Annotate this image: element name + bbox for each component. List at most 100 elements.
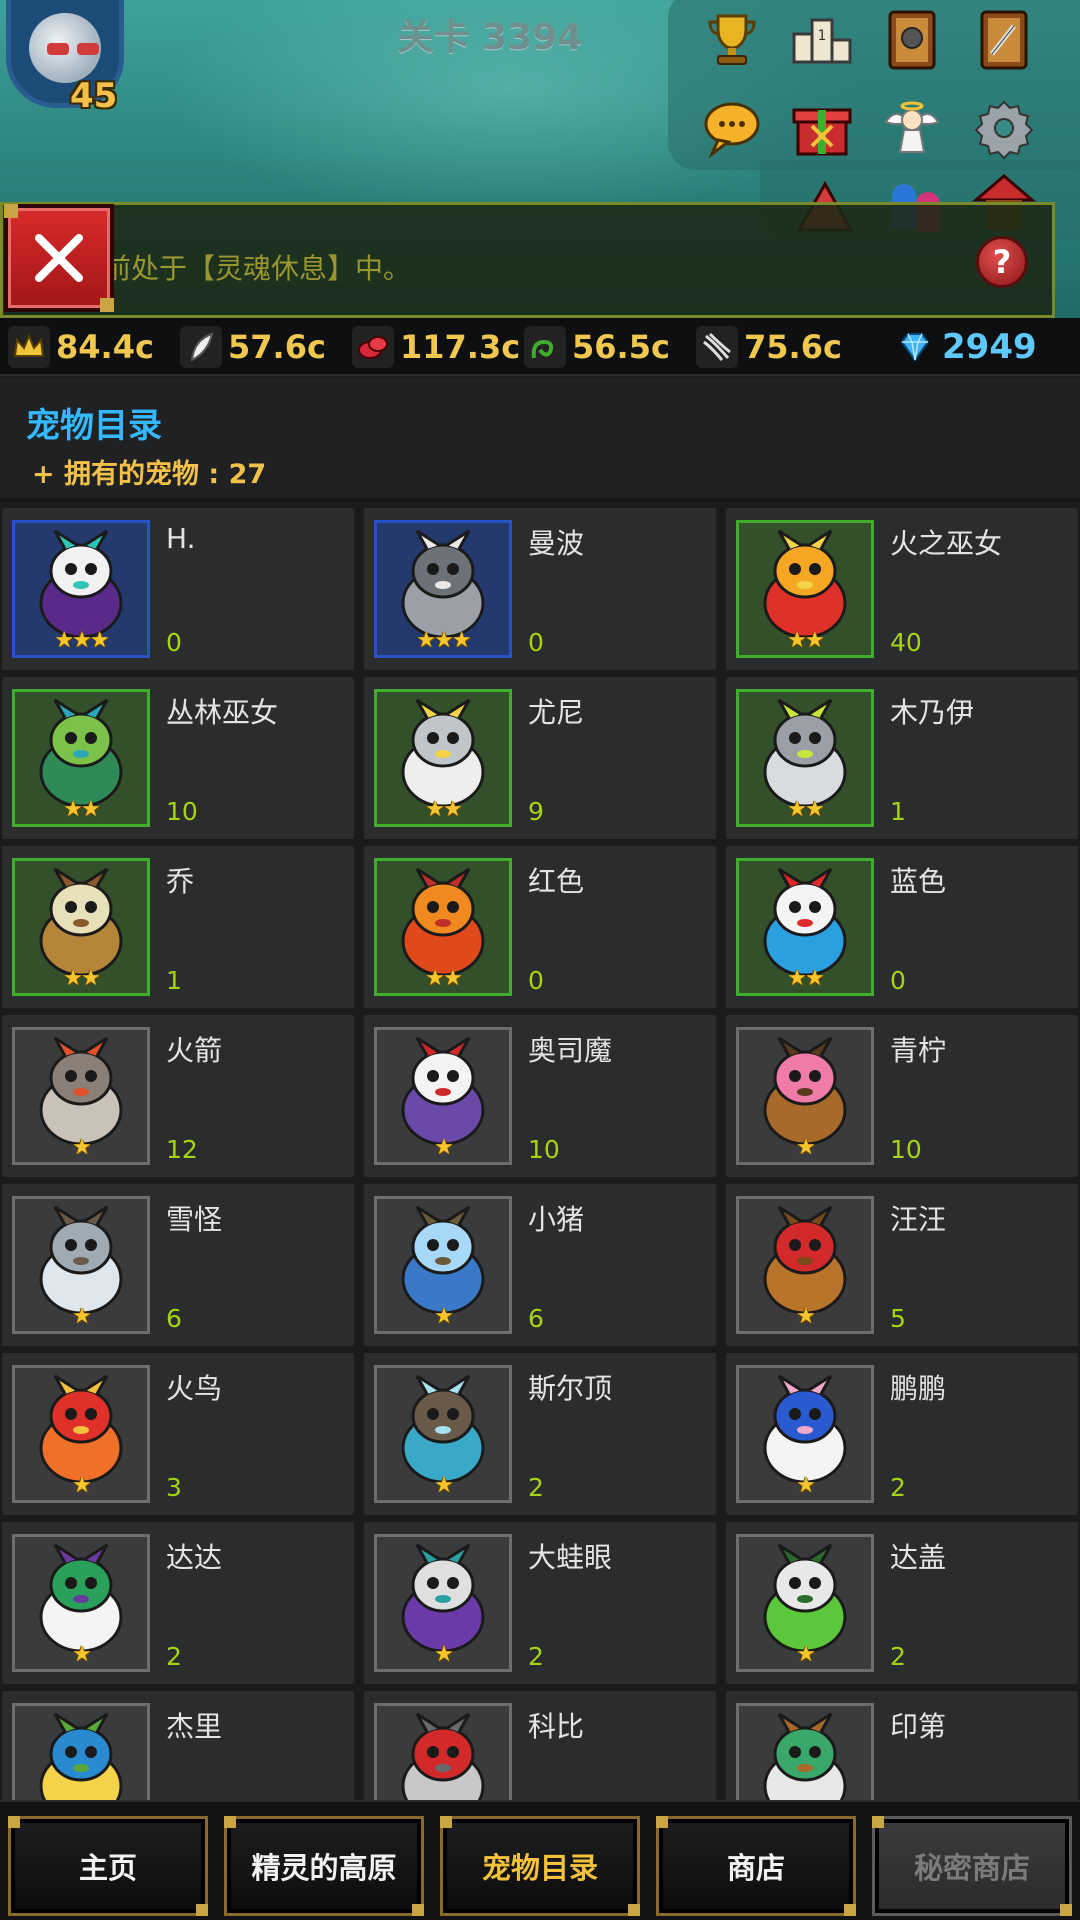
banner-text: 前处于【灵魂休息】中。 xyxy=(103,252,412,285)
ranking-podium-icon[interactable]: 1 xyxy=(790,8,854,72)
catalog-title: 宠物目录 xyxy=(26,406,162,446)
star-rating: ★ xyxy=(72,1135,92,1160)
pet-card[interactable]: ★★★ 曼波 0 xyxy=(364,508,716,670)
pet-name: 奥司魔 xyxy=(528,1034,613,1067)
pet-card[interactable]: ★★ 红色 0 xyxy=(364,846,716,1008)
owned-pets-count[interactable]: + 拥有的宠物 : 27 xyxy=(32,452,266,491)
angel-icon[interactable] xyxy=(880,96,944,160)
knight-book-icon[interactable] xyxy=(880,8,944,72)
skull-wizard-icon: ★ xyxy=(12,1534,150,1672)
nav-label: 主页 xyxy=(78,1851,137,1885)
nav-secret-shop-button[interactable]: 秘密商店 xyxy=(872,1816,1072,1916)
pet-card[interactable]: ★ 雪怪 6 xyxy=(2,1184,354,1346)
chat-icon[interactable] xyxy=(700,96,764,160)
pet-name: 丛林巫女 xyxy=(166,696,279,729)
pet-count: 9 xyxy=(528,797,544,826)
nav-label: 宠物目录 xyxy=(481,1851,598,1885)
gift-box-icon[interactable] xyxy=(790,96,854,160)
star-rating: ★★ xyxy=(787,966,824,991)
pet-name: 鹏鹏 xyxy=(890,1372,947,1405)
pet-card[interactable]: ★ 印第 xyxy=(726,1691,1078,1800)
balloon-bear-icon: ★ xyxy=(736,1027,874,1165)
bandana-eyeball-icon: ★ xyxy=(374,1534,512,1672)
pet-name: 汪汪 xyxy=(890,1203,947,1236)
nav-pet-catalog-button[interactable]: 宠物目录 xyxy=(440,1816,640,1916)
rocket-icon: ★ xyxy=(12,1027,150,1165)
pet-card[interactable]: ★ 达盖 2 xyxy=(726,1522,1078,1684)
pet-card[interactable]: ★ 杰里 xyxy=(2,1691,354,1800)
help-button[interactable]: ? xyxy=(976,236,1028,288)
pet-count: 0 xyxy=(528,628,544,657)
pet-card[interactable]: ★★ 火之巫女 40 xyxy=(726,508,1078,670)
blue-boar-icon: ★ xyxy=(374,1196,512,1334)
player-level: 45 xyxy=(70,76,118,116)
magician-icon: ★ xyxy=(374,1027,512,1165)
star-rating: ★ xyxy=(72,1473,92,1498)
star-rating: ★ xyxy=(434,1304,454,1329)
close-button[interactable] xyxy=(4,204,114,312)
puppy-icon: ★ xyxy=(736,1196,874,1334)
star-rating: ★★★ xyxy=(54,628,109,653)
feather-icon xyxy=(180,326,222,368)
star-rating: ★ xyxy=(434,1642,454,1667)
pet-name: H. xyxy=(166,522,196,555)
pet-count: 3 xyxy=(166,1473,182,1502)
pet-name: 火之巫女 xyxy=(890,527,1003,560)
pet-card[interactable]: ★ 汪汪 5 xyxy=(726,1184,1078,1346)
vine-icon xyxy=(524,326,566,368)
pet-count: 2 xyxy=(528,1473,544,1502)
star-rating: ★ xyxy=(72,1642,92,1667)
pet-name: 达盖 xyxy=(890,1541,947,1574)
goblin-icon: ★ xyxy=(736,1534,874,1672)
sword-book-icon[interactable] xyxy=(972,8,1036,72)
pet-card[interactable]: ★ 火箭 12 xyxy=(2,1015,354,1177)
pet-card[interactable]: ★ 小猪 6 xyxy=(364,1184,716,1346)
pet-card[interactable]: ★ 奥司魔 10 xyxy=(364,1015,716,1177)
hammer-blob-icon: ★ xyxy=(374,1365,512,1503)
trophy-icon[interactable] xyxy=(700,8,764,72)
star-rating: ★★ xyxy=(425,966,462,991)
close-icon xyxy=(35,234,83,282)
blue-slime-icon: ★★ xyxy=(736,858,874,996)
pet-card[interactable]: ★ 鹏鹏 2 xyxy=(726,1353,1078,1515)
pet-card[interactable]: ★ 青柠 10 xyxy=(726,1015,1078,1177)
pet-name: 蓝色 xyxy=(890,865,947,898)
pet-name: 曼波 xyxy=(528,527,585,560)
pet-card[interactable]: ★★ 木乃伊 1 xyxy=(726,677,1078,839)
star-rating: ★★ xyxy=(425,797,462,822)
mummy-icon: ★★ xyxy=(736,689,874,827)
pet-count: 2 xyxy=(166,1642,182,1671)
pet-card[interactable]: ★ 科比 xyxy=(364,1691,716,1800)
pet-count: 2 xyxy=(890,1473,906,1502)
currency-claw: 75.6c xyxy=(696,318,842,376)
pet-count: 12 xyxy=(166,1135,198,1164)
pet-card[interactable]: ★ 达达 2 xyxy=(2,1522,354,1684)
pet-count: 6 xyxy=(528,1304,544,1333)
star-rating: ★ xyxy=(796,1304,816,1329)
nav-elf-highland-button[interactable]: 精灵的高原 xyxy=(224,1816,424,1916)
pet-card[interactable]: ★★ 尤尼 9 xyxy=(364,677,716,839)
pet-card[interactable]: ★★★ H. 0 xyxy=(2,508,354,670)
pet-name: 火鸟 xyxy=(166,1372,223,1405)
pet-name: 乔 xyxy=(166,865,195,898)
currency-gems[interactable]: 2949 xyxy=(894,318,1037,376)
pet-name: 雪怪 xyxy=(166,1203,223,1236)
jungle-witch-icon: ★★ xyxy=(12,689,150,827)
pet-card[interactable]: ★★ 蓝色 0 xyxy=(726,846,1078,1008)
pet-card[interactable]: ★ 大蛙眼 2 xyxy=(364,1522,716,1684)
banana-icon: ★ xyxy=(12,1703,150,1800)
fire-witch-icon: ★★ xyxy=(736,520,874,658)
treant-icon: ★★ xyxy=(12,858,150,996)
pet-name: 印第 xyxy=(890,1710,947,1743)
nav-home-button[interactable]: 主页 xyxy=(8,1816,208,1916)
pet-card[interactable]: ★ 火鸟 3 xyxy=(2,1353,354,1515)
nav-label: 秘密商店 xyxy=(913,1851,1030,1885)
pet-card[interactable]: ★ 斯尔顶 2 xyxy=(364,1353,716,1515)
pet-card[interactable]: ★★ 丛林巫女 10 xyxy=(2,677,354,839)
nav-shop-button[interactable]: 商店 xyxy=(656,1816,856,1916)
game-scene: 45 关卡 3394 1 前处于【灵魂休息】中。 ? xyxy=(0,0,1080,318)
pet-card[interactable]: ★★ 乔 1 xyxy=(2,846,354,1008)
gear-icon[interactable] xyxy=(972,96,1036,160)
pet-count: 0 xyxy=(890,966,906,995)
star-rating: ★★ xyxy=(63,797,100,822)
